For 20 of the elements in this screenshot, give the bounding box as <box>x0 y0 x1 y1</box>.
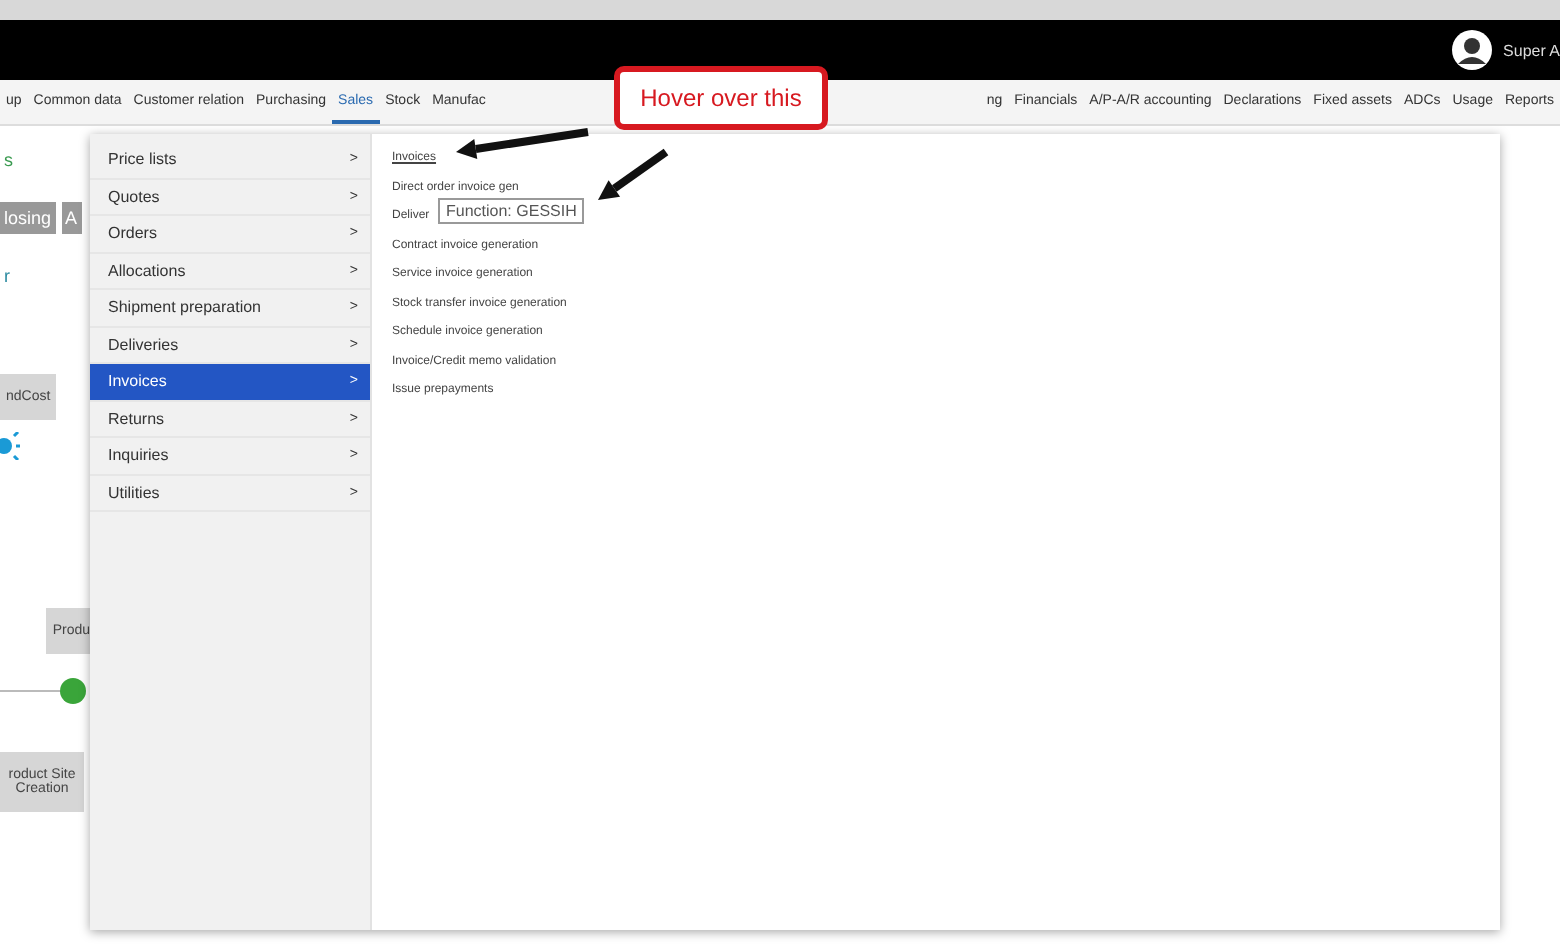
avatar-icon[interactable] <box>1451 30 1492 70</box>
page-title: s <box>2 148 15 174</box>
menu-item-label: Invoices <box>108 372 167 391</box>
menu-item-label: Price lists <box>108 150 177 169</box>
arrow <box>456 128 589 159</box>
menu-item-label: Orders <box>108 224 157 243</box>
menu-item-label: Inquiries <box>108 446 169 465</box>
menu-item-label: Utilities <box>108 483 160 502</box>
section-label: r <box>2 266 12 286</box>
user-name[interactable]: Super A <box>1503 41 1560 59</box>
menu-item-label: Deliveries <box>108 335 179 354</box>
arrow <box>598 148 669 200</box>
status-dot <box>60 678 86 704</box>
menu-item-label: Shipment preparation <box>108 298 261 317</box>
menu-item-label: Quotes <box>108 187 160 206</box>
spinner-icon <box>0 432 20 460</box>
menu-item-label: Allocations <box>108 261 186 280</box>
menu-item-label: Returns <box>108 409 165 428</box>
callout-label: Hover over this <box>614 66 828 130</box>
tooltip: Function: GESSIH <box>438 198 585 224</box>
